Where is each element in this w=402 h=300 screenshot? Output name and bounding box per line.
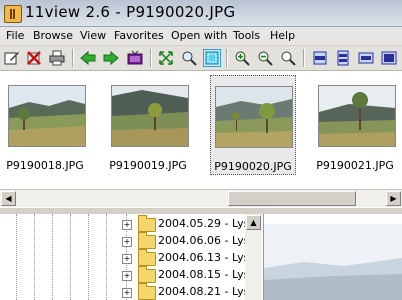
scroll-right-button[interactable]: ▶ [386, 191, 401, 206]
zoom-in-icon[interactable] [233, 49, 251, 67]
toolbar-separator [303, 49, 304, 67]
delete-icon[interactable] [25, 49, 43, 67]
zoom-actual-icon[interactable] [279, 49, 297, 67]
tree-node-label: 2004.05.29 - Lysa [158, 217, 257, 230]
thumbnail-scrollbar[interactable]: ◀ ▶ [0, 189, 402, 207]
thumbnail-filename: P9190020.JPG [214, 160, 292, 173]
window-title: 11view 2.6 - P9190020.JPG [25, 3, 236, 21]
toolbar [0, 46, 402, 71]
tree-guide-line [16, 214, 17, 300]
expand-icon[interactable]: + [122, 254, 132, 264]
scroll-left-button[interactable]: ◀ [1, 191, 16, 206]
toolbar-separator [150, 49, 151, 67]
menu-bar: File Browse View Favorites Open with Too… [0, 27, 402, 45]
scroll-up-button[interactable]: ▲ [246, 215, 261, 230]
menu-browse[interactable]: Browse [33, 29, 73, 42]
tree-node-label: 2004.08.15 - Lysa [158, 268, 257, 281]
tree-guide-line [70, 214, 71, 300]
menu-favorites[interactable]: Favorites [114, 29, 164, 42]
back-arrow-icon[interactable] [79, 49, 97, 67]
thumbnail-item[interactable]: P9190021.JPG [312, 75, 398, 173]
tree-guide-line [106, 214, 107, 300]
fullscreen-icon[interactable] [203, 49, 221, 67]
toolbar-separator [226, 49, 227, 67]
image-preview [264, 214, 402, 300]
print-icon[interactable] [48, 49, 66, 67]
landscape-photo [8, 85, 86, 147]
tree-node-label: 2004.06.13 - Lysa [158, 251, 257, 264]
preview-photo [264, 214, 402, 300]
menu-tools[interactable]: Tools [233, 29, 260, 42]
expand-icon[interactable]: + [122, 288, 132, 298]
menu-open-with[interactable]: Open with [171, 29, 227, 42]
toolbar-separator [72, 49, 73, 67]
folder-tree: + 2004.05.29 - Lysa + 2004.06.06 - Lysa … [0, 214, 264, 300]
layout-wide-icon[interactable] [357, 49, 375, 67]
menu-view[interactable]: View [80, 29, 106, 42]
folder-icon [138, 232, 156, 249]
thumbnail-filename: P9190021.JPG [316, 159, 394, 172]
landscape-photo [111, 85, 189, 147]
slideshow-icon[interactable] [126, 49, 144, 67]
thumbnail-filename: P9190018.JPG [6, 159, 84, 172]
app-icon [4, 5, 22, 23]
zoom-icon[interactable] [180, 49, 198, 67]
thumbnail-pane: P9190018.JPG P9190019.JPG P9190020.JPG P… [0, 71, 402, 189]
tree-node-label: 2004.06.06 - Lysa [158, 234, 257, 247]
layout-thumbs-top-icon[interactable] [311, 49, 329, 67]
thumbnail-filename: P9190019.JPG [109, 159, 187, 172]
folder-icon [138, 283, 156, 300]
expand-icon[interactable]: + [122, 237, 132, 247]
tree-guide-line [88, 214, 89, 300]
thumbnail-item-selected[interactable]: P9190020.JPG [210, 75, 296, 175]
tree-scrollbar[interactable]: ▲ [245, 214, 262, 300]
folder-icon [138, 266, 156, 283]
edit-icon[interactable] [3, 49, 21, 67]
scroll-thumb[interactable] [228, 191, 356, 206]
menu-file[interactable]: File [6, 29, 24, 42]
thumbnail-item[interactable]: P9190018.JPG [2, 75, 88, 173]
title-bar: 11view 2.6 - P9190020.JPG [0, 0, 402, 27]
forward-arrow-icon[interactable] [102, 49, 120, 67]
tree-node-label: 2004.08.21 - Lysa [158, 285, 257, 298]
tree-guide-line [52, 214, 53, 300]
thumbnail-item[interactable]: P9190019.JPG [105, 75, 191, 173]
zoom-out-icon[interactable] [256, 49, 274, 67]
menu-help[interactable]: Help [270, 29, 295, 42]
expand-icon[interactable]: + [122, 220, 132, 230]
layout-split-icon[interactable] [334, 49, 352, 67]
folder-icon [138, 215, 156, 232]
layout-preview-icon[interactable] [380, 49, 398, 67]
fit-window-icon[interactable] [157, 49, 175, 67]
tree-guide-line [34, 214, 35, 300]
expand-icon[interactable]: + [122, 271, 132, 281]
landscape-photo [318, 85, 396, 147]
folder-icon [138, 249, 156, 266]
landscape-photo [215, 86, 293, 148]
